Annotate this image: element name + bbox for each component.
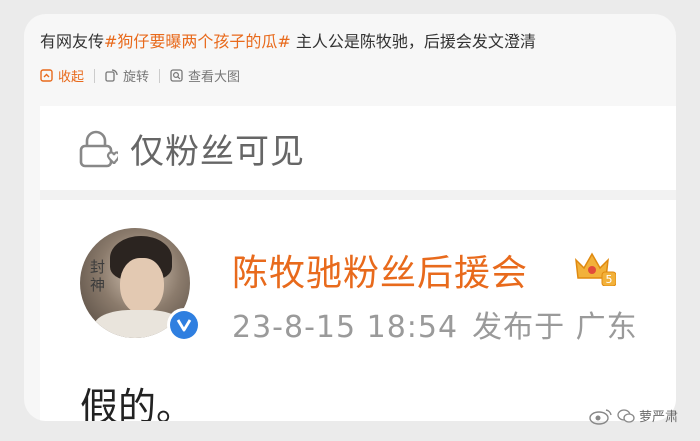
fans-only-notice: 仅粉丝可见 xyxy=(78,124,305,173)
collapse-label: 收起 xyxy=(58,70,85,85)
weibo-card: 有网友传#狗仔要曝两个孩子的瓜# 主人公是陈牧驰，后援会发文澄清 收起 旋转 查… xyxy=(24,14,676,421)
avatar-calligraphy: 封神 xyxy=(90,258,106,294)
fans-only-label: 仅粉丝可见 xyxy=(130,132,305,172)
account-name: 陈牧驰粉丝后援会 xyxy=(232,253,529,294)
section-divider xyxy=(40,190,676,200)
post-meta: 23-8-15 18:54 发布于 广东 xyxy=(232,302,652,346)
toolbar-divider xyxy=(159,68,161,83)
headline-prefix: 有网友传 xyxy=(40,32,105,51)
view-large-label: 查看大图 xyxy=(188,70,241,85)
post-location: 发布于 广东 xyxy=(472,310,638,345)
rotate-label: 旋转 xyxy=(123,70,150,85)
verified-badge xyxy=(167,308,201,342)
collapse-icon xyxy=(40,69,53,82)
post-content: 假的。 xyxy=(80,385,195,421)
verified-icon xyxy=(170,311,198,339)
post-time: 23-8-15 18:54 xyxy=(232,310,459,345)
post-headline: 有网友传#狗仔要曝两个孩子的瓜# 主人公是陈牧驰，后援会发文澄清 xyxy=(40,28,536,52)
toolbar-divider xyxy=(94,68,96,83)
avatar-face xyxy=(120,258,164,314)
lock-heart-icon xyxy=(79,130,118,167)
topic-link[interactable]: #狗仔要曝两个孩子的瓜# xyxy=(104,32,291,51)
weibo-logo-icon xyxy=(589,408,612,425)
collapse-button[interactable]: 收起 xyxy=(40,66,84,85)
crown-icon: 5 xyxy=(575,252,616,286)
view-large-icon xyxy=(170,69,183,82)
post-image[interactable]: 仅粉丝可见 封神 陈牧驰粉丝后援会 5 23-8-15 18:54 发布于 广东 xyxy=(40,106,676,421)
wechat-icon xyxy=(617,408,635,423)
svg-text:5: 5 xyxy=(606,273,613,286)
rotate-icon xyxy=(105,69,118,82)
watermark: 萝严肃 xyxy=(589,406,678,425)
view-large-button[interactable]: 查看大图 xyxy=(170,66,240,85)
watermark-text: 萝严肃 xyxy=(638,410,678,425)
rotate-button[interactable]: 旋转 xyxy=(105,66,149,85)
image-toolbar: 收起 旋转 查看大图 xyxy=(40,66,240,85)
headline-suffix: 主人公是陈牧驰，后援会发文澄清 xyxy=(290,32,536,51)
